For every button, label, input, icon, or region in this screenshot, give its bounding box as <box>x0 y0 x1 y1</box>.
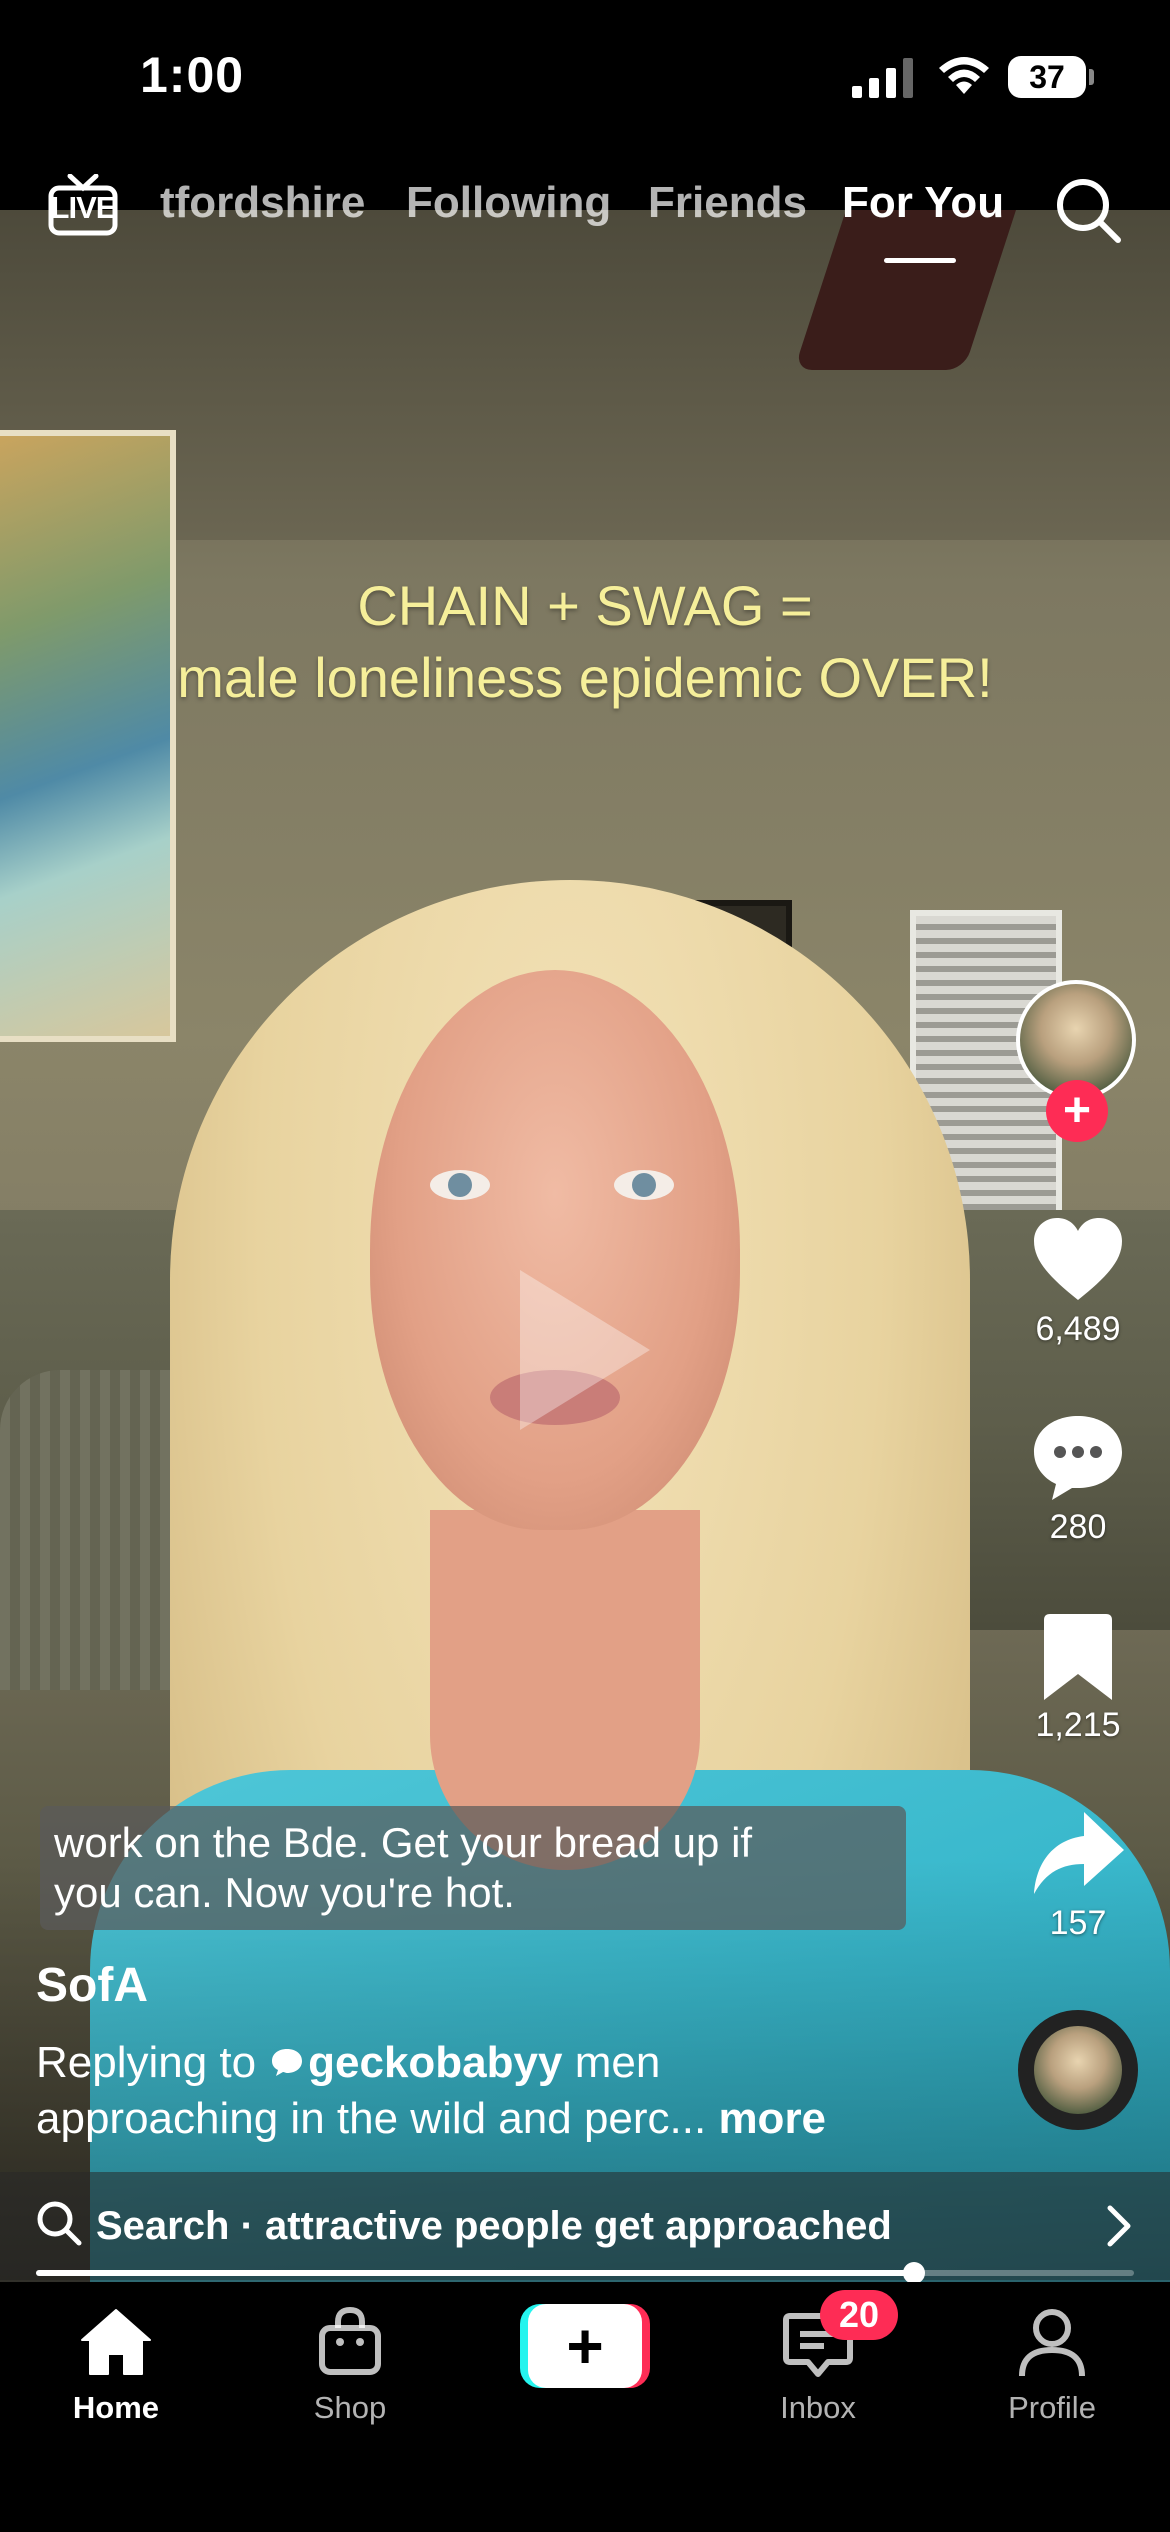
chevron-right-icon <box>1107 2205 1131 2247</box>
battery-level: 37 <box>1029 58 1065 95</box>
share-icon[interactable] <box>1028 1806 1128 1906</box>
description-line-1-suffix: men <box>562 2038 661 2087</box>
video-progress-bar[interactable] <box>36 2262 1134 2284</box>
top-navigation: LIVE tfordshire Following Friends For Yo… <box>0 160 1170 270</box>
shopping-bag-icon <box>319 2306 381 2375</box>
tab-home[interactable]: Home <box>26 2302 206 2426</box>
like-count: 6,489 <box>1035 1310 1121 1348</box>
description-line-1: Replying to geckobabyy men <box>36 2038 660 2088</box>
share-count: 157 <box>1049 1904 1107 1942</box>
bookmark-icon[interactable] <box>1028 1608 1128 1708</box>
home-icon <box>81 2309 151 2375</box>
save-count: 1,215 <box>1035 1706 1121 1744</box>
tab-profile-label: Profile <box>1008 2390 1096 2425</box>
person-face <box>370 970 740 1530</box>
cellular-signal-icon <box>852 58 913 98</box>
related-search-bar[interactable]: Search · attractive people get approache… <box>0 2172 1170 2282</box>
video-progress-fill <box>36 2270 915 2276</box>
inbox-badge: 20 <box>820 2290 898 2340</box>
comment-bubble-icon <box>272 2049 303 2077</box>
video-overlay-text: CHAIN + SWAG = male loneliness epidemic … <box>100 570 1070 714</box>
create-button[interactable]: + <box>520 2304 650 2388</box>
tab-home-label: Home <box>72 2390 160 2425</box>
tab-nearby[interactable]: tfordshire <box>160 178 365 228</box>
profile-icon <box>1019 2309 1085 2377</box>
heart-icon[interactable] <box>1028 1210 1128 1310</box>
music-disc[interactable] <box>1018 2010 1138 2130</box>
status-time: 1:00 <box>140 47 245 103</box>
more-link[interactable]: more <box>718 2094 826 2143</box>
search-icon[interactable] <box>1052 174 1124 246</box>
replying-prefix: Replying to <box>36 2038 257 2087</box>
tab-shop-label: Shop <box>313 2390 387 2425</box>
overlay-line-1: CHAIN + SWAG = <box>357 574 813 637</box>
overlay-line-2: male loneliness epidemic OVER! <box>177 646 993 709</box>
battery-icon: 37 <box>1008 56 1094 98</box>
live-label: LIVE <box>50 190 117 225</box>
tab-profile[interactable]: Profile <box>962 2302 1142 2426</box>
caption-line-1: work on the Bde. Get your bread up if <box>54 1819 753 1866</box>
person-right-eye <box>614 1170 674 1200</box>
status-bar: 1:00 37 <box>0 0 1170 150</box>
comment-count: 280 <box>1049 1508 1107 1546</box>
play-icon[interactable] <box>520 1270 650 1430</box>
search-icon <box>37 2201 82 2246</box>
tab-following[interactable]: Following <box>406 178 611 228</box>
active-tab-indicator <box>884 258 956 263</box>
follow-button[interactable]: + <box>1046 1080 1108 1142</box>
auto-caption: work on the Bde. Get your bread up if yo… <box>40 1806 906 1930</box>
reply-handle-link[interactable]: geckobabyy <box>308 2038 562 2087</box>
plus-icon: + <box>528 2304 642 2388</box>
description-text: approaching in the wild and perc... <box>36 2094 719 2143</box>
wifi-icon <box>939 57 989 94</box>
creator-username[interactable]: SofA <box>36 1958 148 2013</box>
wall-painting <box>0 430 176 1042</box>
caption-line-2: you can. Now you're hot. <box>54 1869 515 1916</box>
tab-for-you[interactable]: For You <box>842 178 1004 228</box>
related-search-text: Search · attractive people get approache… <box>96 2204 892 2248</box>
tab-inbox-label: Inbox <box>780 2390 856 2425</box>
bottom-tab-bar: Home Shop + Inbox Profile <box>0 2282 1170 2532</box>
plus-icon: + <box>1062 1084 1092 1137</box>
description-line-2: approaching in the wild and perc... more <box>36 2094 826 2144</box>
tab-friends[interactable]: Friends <box>648 178 807 228</box>
person-left-eye <box>430 1170 490 1200</box>
comment-icon[interactable] <box>1028 1406 1128 1506</box>
tab-shop[interactable]: Shop <box>260 2302 440 2426</box>
